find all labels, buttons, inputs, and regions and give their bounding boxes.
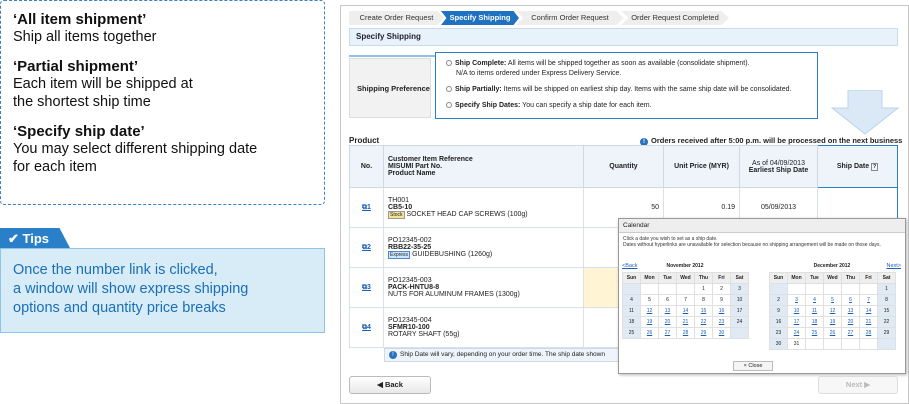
tips-line-1: Once the number link is clicked,	[13, 262, 218, 278]
all-item-desc: Ship all items together	[13, 29, 157, 45]
calendar-close-button[interactable]: × Close	[733, 361, 773, 371]
col-reference: Customer Item Reference MISUMI Part No. Pr…	[383, 145, 584, 188]
calendar-november: Sun Mon Tue Wed Thu Fri Sat 123 4 5 6 7 8 9 10 11 12 1…	[622, 272, 749, 339]
next-button[interactable]: Next ▶	[818, 376, 898, 394]
month-december: December 2012	[813, 263, 851, 269]
partial-desc-2: the shortest ship time	[13, 94, 151, 110]
ship-date-note: ! Ship Date will vary, depending on your …	[384, 348, 624, 362]
section-title: Specify Shipping	[349, 28, 898, 46]
info-icon: !	[389, 351, 397, 359]
specify-desc-2: for each item	[13, 159, 97, 175]
radio-ship-complete[interactable]	[446, 60, 452, 67]
product-label: Product	[349, 136, 380, 145]
next-arrow-icon: ▶	[864, 380, 871, 389]
col-quantity: Quantity	[583, 145, 664, 188]
back-arrow-icon: ◀	[377, 380, 383, 389]
option-ship-complete[interactable]: Ship Complete: All items will be shipped…	[446, 59, 817, 79]
option-ship-partially[interactable]: Ship Partially: Items will be shipped on…	[446, 85, 817, 95]
tips-line-3: options and quantity price breaks	[13, 300, 226, 316]
tips-line-2: a window will show express shipping	[13, 281, 249, 297]
row-2-link[interactable]: ⧉2	[362, 244, 371, 251]
back-button[interactable]: ◀ Back	[349, 376, 431, 394]
option-specify-ship-dates[interactable]: Specify Ship Dates: You can specify a sh…	[446, 101, 817, 111]
shipping-preference-options: Ship Complete: All items will be shipped…	[435, 52, 818, 119]
partial-desc-1: Each item will be shipped at	[13, 76, 193, 92]
row-1-link[interactable]: ⧉1	[362, 204, 371, 211]
explanation-box: ‘All item shipment’ Ship all items toget…	[0, 0, 325, 205]
shipping-preference-label: Shipping Preference *	[349, 58, 431, 153]
step-specify-shipping: Specify Shipping	[441, 11, 519, 25]
tips-icon: ✔	[8, 231, 19, 246]
partial-title: ‘Partial shipment’	[13, 58, 139, 75]
specify-desc-1: You may select different shipping date	[13, 141, 258, 157]
all-item-title: ‘All item shipment’	[13, 11, 147, 28]
col-ship-date: Ship Date ?	[817, 145, 898, 188]
month-november: November 2012	[666, 263, 704, 269]
col-unit-price: Unit Price (MYR)	[663, 145, 740, 188]
down-arrow-icon	[830, 90, 900, 135]
col-earliest: As of 04/09/2013 Earliest Ship Date	[739, 145, 818, 188]
calendar-popup: Calendar Click a date you wish to set as…	[618, 218, 906, 374]
step-completed: Order Request Completed	[621, 11, 729, 25]
tips-label: Tips	[22, 231, 50, 246]
calendar-title: Calendar	[619, 219, 905, 233]
radio-specify-dates[interactable]	[446, 102, 452, 109]
radio-ship-partially[interactable]	[446, 86, 452, 93]
tips-box: Once the number link is clicked, a windo…	[0, 248, 325, 333]
calendar-december: Sun Mon Tue Wed Thu Fri Sat 1 2345678 9 10 11 12 1…	[769, 272, 896, 350]
tips-tab: ✔ Tips	[0, 228, 70, 248]
calendar-note: Click a date you wish to set as a ship d…	[623, 236, 881, 248]
connector-line	[349, 55, 435, 57]
row-4-link[interactable]: ⧉4	[362, 324, 371, 331]
step-confirm: Confirm Order Request	[516, 11, 624, 25]
row-3-link[interactable]: ⧉3	[362, 284, 371, 291]
help-icon[interactable]: ?	[871, 163, 879, 171]
step-create: Create Order Request	[349, 11, 444, 25]
specify-title: ‘Specify ship date’	[13, 123, 145, 140]
col-no: No.	[349, 145, 384, 188]
